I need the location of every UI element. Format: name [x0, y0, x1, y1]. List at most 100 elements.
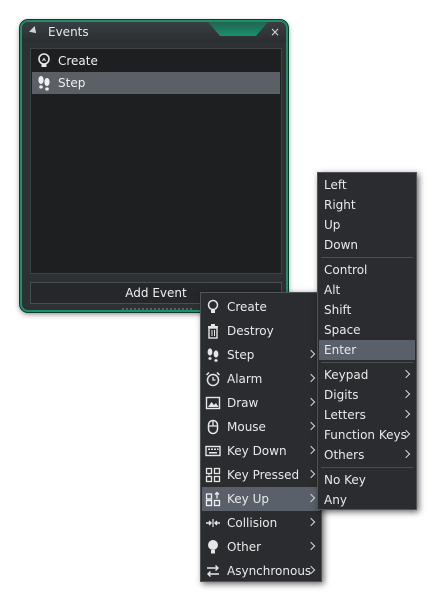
- menu-item-label: Other: [227, 540, 262, 554]
- submenu-item-no-key[interactable]: No Key: [319, 470, 415, 490]
- menu-item-label: Key Pressed: [227, 468, 300, 482]
- key-pressed-icon: [205, 467, 221, 483]
- chevron-right-icon: [306, 349, 316, 359]
- submenu-item-down[interactable]: Down: [319, 235, 415, 255]
- chevron-right-icon: [306, 421, 316, 431]
- chevron-right-icon: [306, 373, 316, 383]
- submenu-item-enter[interactable]: Enter: [319, 340, 415, 360]
- menu-item-mouse[interactable]: Mouse: [202, 415, 320, 439]
- chevron-right-icon: [401, 409, 411, 419]
- event-item-label: Create: [58, 54, 98, 68]
- window-title: Events: [48, 25, 89, 39]
- submenu-item-digits[interactable]: Digits: [319, 385, 415, 405]
- menu-item-label: Step: [227, 348, 255, 362]
- key-up-submenu: Left Right Up Down Control Alt Shift Spa…: [317, 172, 417, 510]
- events-window: Events × Create Step Add Event: [20, 20, 288, 312]
- menu-item-label: Key Up: [227, 492, 269, 506]
- titlebar-notch: [208, 22, 268, 36]
- alarm-clock-icon: [205, 371, 221, 387]
- menu-separator: [321, 362, 413, 363]
- chevron-right-icon: [401, 389, 411, 399]
- submenu-item-label: Right: [324, 198, 356, 212]
- submenu-item-up[interactable]: Up: [319, 215, 415, 235]
- resize-grip[interactable]: [122, 308, 192, 312]
- footprints-icon: [36, 75, 52, 91]
- submenu-item-label: Space: [324, 323, 361, 337]
- submenu-item-label: Control: [324, 263, 368, 277]
- menu-item-create[interactable]: Create: [202, 295, 320, 319]
- submenu-item-space[interactable]: Space: [319, 320, 415, 340]
- menu-item-key-up[interactable]: Key Up: [202, 487, 320, 511]
- submenu-item-label: Down: [324, 238, 359, 252]
- submenu-item-control[interactable]: Control: [319, 260, 415, 280]
- close-icon[interactable]: ×: [270, 25, 280, 39]
- menu-item-step[interactable]: Step: [202, 343, 320, 367]
- lightbulb-icon: [205, 299, 221, 315]
- menu-item-label: Create: [227, 300, 267, 314]
- events-titlebar[interactable]: Events ×: [22, 22, 286, 42]
- menu-separator: [321, 467, 413, 468]
- submenu-item-alt[interactable]: Alt: [319, 280, 415, 300]
- event-item-label: Step: [58, 76, 86, 90]
- submenu-item-label: Letters: [324, 408, 366, 422]
- chevron-right-icon: [306, 397, 316, 407]
- submenu-item-label: Function Keys: [324, 428, 407, 442]
- chevron-right-icon: [401, 369, 411, 379]
- menu-item-label: Asynchronous: [227, 564, 312, 578]
- submenu-item-others[interactable]: Others: [319, 445, 415, 465]
- submenu-item-label: Enter: [324, 343, 357, 357]
- footprints-icon: [205, 347, 221, 363]
- menu-item-destroy[interactable]: Destroy: [202, 319, 320, 343]
- menu-item-alarm[interactable]: Alarm: [202, 367, 320, 391]
- submenu-item-keypad[interactable]: Keypad: [319, 365, 415, 385]
- submenu-item-shift[interactable]: Shift: [319, 300, 415, 320]
- event-item-create[interactable]: Create: [32, 50, 280, 72]
- event-list[interactable]: Create Step: [30, 48, 282, 274]
- menu-item-label: Destroy: [227, 324, 274, 338]
- collapse-triangle-icon[interactable]: [29, 26, 39, 36]
- submenu-item-label: No Key: [324, 473, 366, 487]
- menu-item-asynchronous[interactable]: Asynchronous: [202, 559, 320, 583]
- chevron-right-icon: [306, 517, 316, 527]
- chevron-right-icon: [401, 449, 411, 459]
- event-item-step[interactable]: Step: [32, 72, 280, 94]
- submenu-item-label: Digits: [324, 388, 359, 402]
- menu-item-collision[interactable]: Collision: [202, 511, 320, 535]
- submenu-item-label: Keypad: [324, 368, 369, 382]
- chevron-right-icon: [306, 493, 316, 503]
- submenu-item-function-keys[interactable]: Function Keys: [319, 425, 415, 445]
- keyboard-icon: [205, 443, 221, 459]
- chevron-right-icon: [306, 445, 316, 455]
- submenu-item-label: Alt: [324, 283, 341, 297]
- submenu-item-letters[interactable]: Letters: [319, 405, 415, 425]
- submenu-item-label: Up: [324, 218, 341, 232]
- menu-item-other[interactable]: Other: [202, 535, 320, 559]
- collision-icon: [205, 515, 221, 531]
- draw-image-icon: [205, 395, 221, 411]
- submenu-item-label: Others: [324, 448, 365, 462]
- submenu-item-left[interactable]: Left: [319, 175, 415, 195]
- menu-item-label: Draw: [227, 396, 259, 410]
- menu-item-key-pressed[interactable]: Key Pressed: [202, 463, 320, 487]
- menu-item-label: Collision: [227, 516, 278, 530]
- async-arrows-icon: [205, 563, 221, 579]
- add-event-menu: Create Destroy Step Alarm Draw Mouse Key…: [200, 292, 322, 582]
- mouse-icon: [205, 419, 221, 435]
- submenu-item-right[interactable]: Right: [319, 195, 415, 215]
- chevron-right-icon: [306, 469, 316, 479]
- lightbulb-icon: [36, 53, 52, 69]
- submenu-item-any[interactable]: Any: [319, 490, 415, 510]
- chevron-right-icon: [306, 541, 316, 551]
- menu-item-label: Mouse: [227, 420, 266, 434]
- menu-item-draw[interactable]: Draw: [202, 391, 320, 415]
- trash-icon: [205, 323, 221, 339]
- key-up-icon: [205, 491, 221, 507]
- other-bulb-icon: [205, 539, 221, 555]
- menu-separator: [321, 257, 413, 258]
- menu-item-label: Key Down: [227, 444, 287, 458]
- submenu-item-label: Shift: [324, 303, 352, 317]
- menu-item-label: Alarm: [227, 372, 263, 386]
- submenu-item-label: Left: [324, 178, 347, 192]
- submenu-item-label: Any: [324, 493, 347, 507]
- menu-item-key-down[interactable]: Key Down: [202, 439, 320, 463]
